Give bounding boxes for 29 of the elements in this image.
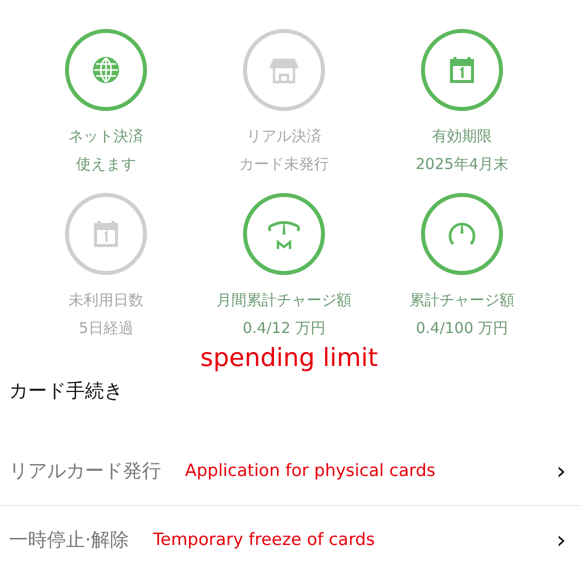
status-value: 2025年4月末 [416, 155, 508, 174]
status-value: カード未発行 [239, 155, 329, 174]
status-ring[interactable] [243, 29, 325, 111]
menu-item[interactable]: 一時停止·解除 [9, 527, 130, 553]
status-ring[interactable] [243, 193, 325, 275]
status-ring[interactable] [65, 193, 147, 275]
annotation-text: Temporary freeze of cards [153, 530, 376, 550]
status-ring[interactable] [65, 29, 147, 111]
status-label: リアル決済 [246, 127, 322, 146]
menu-item[interactable]: リアルカード発行 [9, 458, 161, 484]
status-ring[interactable] [421, 193, 503, 275]
status-value: 0.4/100 万円 [416, 319, 508, 338]
calendar-icon [447, 55, 477, 85]
chevron-icon[interactable]: › [556, 526, 566, 554]
status-value: 5日経過 [78, 319, 134, 338]
status-label: ネット決済 [68, 127, 144, 146]
status-label: 累計チャージ額 [410, 291, 514, 310]
status-label: 月間累計チャージ額 [216, 291, 352, 310]
annotation-text: Application for physical cards [185, 461, 436, 481]
status-ring[interactable] [421, 29, 503, 111]
chevron-icon[interactable]: › [556, 457, 566, 485]
globe-icon [91, 55, 121, 85]
status-label: 未利用日数 [68, 291, 144, 310]
status-label: 有効期限 [432, 127, 492, 146]
calendar-icon [91, 219, 121, 249]
status-value: 使えます [76, 155, 136, 174]
annotation-text: spending limit [199, 343, 378, 372]
status-value: 0.4/12 万円 [242, 319, 326, 338]
section-title: カード手続き [8, 379, 124, 404]
